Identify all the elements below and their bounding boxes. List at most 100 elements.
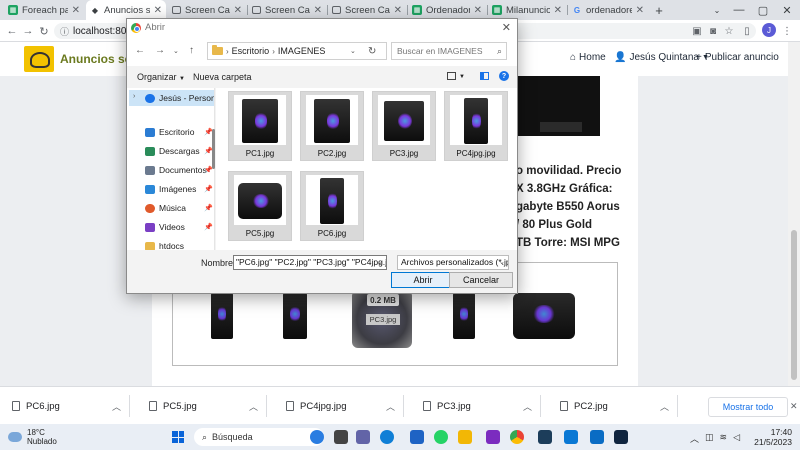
- forward-icon[interactable]: →: [155, 45, 165, 56]
- nav-item-descargas[interactable]: Descargas 📌: [145, 143, 214, 159]
- up-icon[interactable]: ↑: [189, 45, 194, 56]
- site-logo[interactable]: [24, 46, 54, 72]
- chevron-up-icon[interactable]: ︿: [112, 400, 121, 413]
- nav-item-onedrive[interactable]: Jesús - Personal: [145, 90, 214, 106]
- nav-item-htdocs[interactable]: htdocs: [145, 238, 214, 250]
- open-button[interactable]: Abrir: [391, 272, 455, 288]
- browser-tab-6[interactable]: ▦ Milanuncios ✕: [488, 0, 566, 20]
- close-icon[interactable]: ✕: [502, 21, 511, 34]
- browser-tab-7[interactable]: G ordenadores ✕: [568, 0, 648, 20]
- download-item[interactable]: PC3.jpg ︿: [411, 395, 541, 417]
- nav-item-imagenes[interactable]: Imágenes 📌: [145, 181, 214, 197]
- start-button[interactable]: [172, 431, 184, 443]
- breadcrumb-item[interactable]: IMAGENES: [278, 46, 326, 56]
- chevron-down-icon[interactable]: ⌄: [377, 258, 383, 266]
- screenshot-icon[interactable]: ▣: [690, 24, 704, 38]
- close-icon[interactable]: ✕: [636, 5, 644, 16]
- preview-pane-icon[interactable]: [480, 72, 489, 80]
- chevron-up-icon[interactable]: ︿: [523, 400, 532, 413]
- nav-user[interactable]: 👤 Jesús Quintana ▼: [614, 52, 709, 63]
- nav-publish[interactable]: + Publicar anuncio: [696, 52, 779, 63]
- settings-icon[interactable]: [410, 430, 424, 444]
- help-icon[interactable]: ?: [499, 71, 509, 81]
- chevron-up-icon[interactable]: ︿: [249, 400, 258, 413]
- vscode-icon[interactable]: [564, 430, 578, 444]
- browser-tab-3[interactable]: Screen Captu ✕: [248, 0, 326, 20]
- chevron-up-icon[interactable]: ︿: [660, 400, 669, 413]
- search-input[interactable]: Buscar en IMAGENES ⌕: [391, 42, 507, 60]
- path-breadcrumb[interactable]: › Escritorio › IMAGENES ⌄ ↻: [207, 42, 387, 60]
- browser-tab-1[interactable]: ◆ Anuncios segu ✕: [86, 0, 166, 20]
- close-icon[interactable]: ✕: [314, 5, 322, 16]
- nav-item-videos[interactable]: Videos 📌: [145, 219, 214, 235]
- clock[interactable]: 17:40 21/5/2023: [748, 427, 792, 447]
- filename-input[interactable]: "PC6.jpg" "PC2.jpg" "PC3.jpg" "PC4jpg.jp…: [233, 255, 387, 270]
- chevron-down-icon[interactable]: ⌄: [350, 47, 356, 55]
- new-folder-button[interactable]: Nueva carpeta: [193, 72, 252, 82]
- site-brand[interactable]: Anuncios segu: [60, 52, 130, 66]
- browser-tab-2[interactable]: Screen Captu ✕: [168, 0, 246, 20]
- forward-icon[interactable]: →: [20, 23, 36, 39]
- caret-down-icon[interactable]: ▼: [459, 74, 465, 80]
- file-item-pc3[interactable]: PC3.jpg: [372, 91, 436, 161]
- profile-avatar[interactable]: J: [762, 23, 776, 37]
- file-explorer-icon[interactable]: [458, 430, 472, 444]
- edge-icon[interactable]: [380, 430, 394, 444]
- back-icon[interactable]: ←: [4, 23, 20, 39]
- close-icon[interactable]: ✕: [234, 5, 242, 16]
- back-icon[interactable]: ←: [135, 45, 145, 56]
- address-bar[interactable]: ⓘ localhost:80: [54, 23, 134, 39]
- close-icon[interactable]: ✕: [474, 5, 482, 16]
- file-item-pc5[interactable]: PC5.jpg: [228, 171, 292, 241]
- file-item-pc6[interactable]: PC6.jpg: [300, 171, 364, 241]
- breadcrumb-item[interactable]: Escritorio: [232, 46, 270, 56]
- browser-tab-0[interactable]: ▦ Foreach para ✕: [4, 0, 84, 20]
- close-icon[interactable]: ✕: [790, 401, 798, 412]
- nav-pane-scrollbar[interactable]: [212, 129, 215, 169]
- chevron-right-icon[interactable]: ›: [133, 93, 135, 100]
- file-item-pc1[interactable]: PC1.jpg: [228, 91, 292, 161]
- tab-search-icon[interactable]: ⌄: [706, 0, 728, 20]
- filetype-select[interactable]: Archivos personalizados (*.jpg;: [397, 255, 509, 270]
- camera-icon[interactable]: ◙: [706, 24, 720, 38]
- browser-tab-4[interactable]: Screen Captu ✕: [328, 0, 406, 20]
- weather-widget[interactable]: 18°C Nublado: [8, 428, 57, 446]
- new-tab-button[interactable]: +: [648, 0, 670, 20]
- screen-capture-icon[interactable]: [614, 430, 628, 444]
- maximize-icon[interactable]: ▢: [752, 0, 774, 20]
- chevron-down-icon[interactable]: ⌄: [499, 258, 505, 266]
- chevron-up-icon[interactable]: ︿: [386, 400, 395, 413]
- download-item[interactable]: PC4jpg.jpg ︿: [274, 395, 404, 417]
- close-icon[interactable]: ✕: [154, 5, 162, 16]
- task-view-icon[interactable]: [334, 430, 348, 444]
- page-scrollbar-thumb[interactable]: [791, 230, 797, 380]
- close-icon[interactable]: ✕: [72, 5, 80, 16]
- network-icon[interactable]: ◫: [705, 432, 714, 445]
- download-item[interactable]: PC5.jpg ︿: [137, 395, 267, 417]
- window-close-icon[interactable]: ✕: [776, 0, 798, 20]
- organize-button[interactable]: Organizar ▼: [137, 72, 185, 82]
- show-all-button[interactable]: Mostrar todo: [708, 397, 788, 417]
- close-icon[interactable]: ✕: [554, 5, 562, 16]
- view-icon[interactable]: [447, 72, 456, 80]
- nav-item-documentos[interactable]: Documentos 📌: [145, 162, 214, 178]
- menu-icon[interactable]: ⋮: [780, 24, 794, 38]
- wifi-icon[interactable]: ≋: [720, 432, 728, 445]
- address-bar-end[interactable]: [516, 23, 756, 39]
- file-item-pc4[interactable]: PC4jpg.jpg: [444, 91, 508, 161]
- volume-icon[interactable]: ◁: [733, 432, 740, 445]
- file-item-pc2[interactable]: PC2.jpg: [300, 91, 364, 161]
- cancel-button[interactable]: Cancelar: [449, 272, 513, 288]
- app-icon[interactable]: [486, 430, 500, 444]
- teams-icon[interactable]: [356, 430, 370, 444]
- mail-icon[interactable]: [590, 430, 604, 444]
- nav-item-musica[interactable]: Música 📌: [145, 200, 214, 216]
- download-item[interactable]: PC2.jpg ︿: [548, 395, 678, 417]
- recent-dropdown-icon[interactable]: ⌄: [173, 47, 179, 55]
- minimize-icon[interactable]: —: [728, 0, 750, 20]
- close-icon[interactable]: ✕: [394, 5, 402, 16]
- refresh-icon[interactable]: ↻: [368, 46, 376, 57]
- taskbar-search[interactable]: ⌕ Búsqueda: [194, 428, 324, 446]
- reload-icon[interactable]: ↻: [36, 23, 52, 39]
- terminal-icon[interactable]: [538, 430, 552, 444]
